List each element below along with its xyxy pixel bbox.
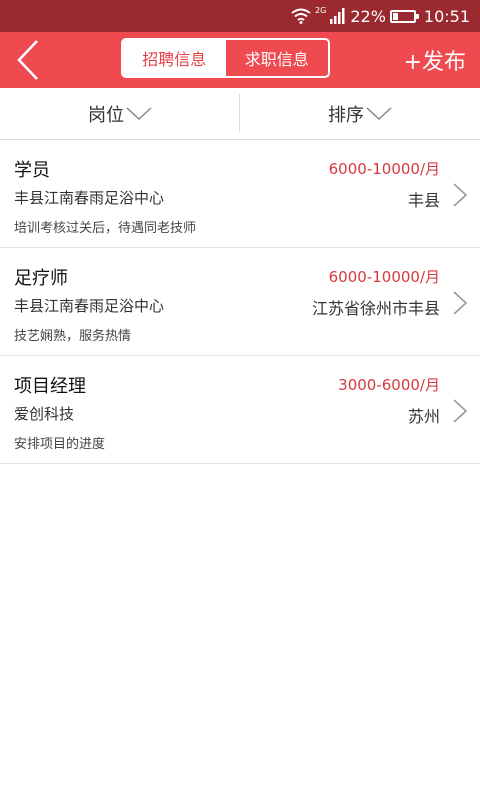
filter-sort-label: 排序	[328, 104, 364, 126]
job-location: 江苏省徐州市丰县	[311, 299, 440, 318]
job-list-item[interactable]: 项目经理 3000-6000/月 爱创科技 苏州 安排项目的进度	[0, 356, 480, 464]
battery-percent: 22%	[350, 6, 386, 26]
job-company: 丰县江南春雨足浴中心	[14, 297, 165, 315]
filter-sort[interactable]: 排序	[240, 88, 480, 139]
wifi-icon	[291, 8, 311, 24]
filter-position[interactable]: 岗位	[0, 88, 240, 139]
battery-fill	[392, 12, 398, 20]
job-company: 丰县江南春雨足浴中心	[14, 189, 165, 207]
job-salary: 6000-10000/月	[328, 268, 440, 286]
tab-recruitment[interactable]: 招聘信息	[123, 40, 226, 76]
filter-bar: 岗位 排序	[0, 88, 480, 140]
network-type: 2G	[315, 6, 327, 15]
status-icons: 2G 22% 10:51	[291, 0, 470, 32]
job-salary: 3000-6000/月	[338, 376, 440, 394]
job-list: 学员 6000-10000/月 丰县江南春雨足浴中心 丰县 培训考核过关后，待遇…	[0, 140, 480, 464]
job-company: 爱创科技	[14, 405, 75, 423]
tab-job-seeking[interactable]: 求职信息	[226, 40, 329, 76]
header: 招聘信息 求职信息 +发布	[0, 32, 480, 88]
clock: 10:51	[423, 6, 470, 26]
tab-switcher: 招聘信息 求职信息	[121, 38, 330, 78]
publish-button[interactable]: +发布	[404, 32, 466, 88]
job-salary: 6000-10000/月	[328, 160, 440, 178]
chevron-down-icon	[366, 106, 392, 120]
filter-position-label: 岗位	[88, 104, 124, 126]
back-button[interactable]	[8, 36, 48, 84]
job-description: 培训考核过关后，待遇同老技师	[14, 221, 197, 236]
job-list-item[interactable]: 学员 6000-10000/月 丰县江南春雨足浴中心 丰县 培训考核过关后，待遇…	[0, 140, 480, 248]
job-title: 学员	[14, 160, 50, 181]
battery-icon	[389, 9, 419, 23]
job-title: 项目经理	[14, 376, 86, 397]
status-bar: 2G 22% 10:51	[0, 0, 480, 32]
job-title: 足疗师	[14, 268, 68, 289]
job-location: 丰县	[407, 191, 440, 210]
filter-divider	[239, 94, 240, 132]
job-description: 安排项目的进度	[14, 437, 106, 452]
chevron-down-icon	[126, 106, 152, 120]
chevron-right-icon	[453, 291, 468, 315]
signal-icon	[330, 8, 345, 24]
chevron-right-icon	[453, 399, 468, 423]
job-list-item[interactable]: 足疗师 6000-10000/月 丰县江南春雨足浴中心 江苏省徐州市丰县 技艺娴…	[0, 248, 480, 356]
back-arrow-icon	[17, 40, 38, 80]
chevron-right-icon	[453, 183, 468, 207]
job-description: 技艺娴熟，服务热情	[14, 329, 132, 344]
job-location: 苏州	[407, 407, 440, 426]
